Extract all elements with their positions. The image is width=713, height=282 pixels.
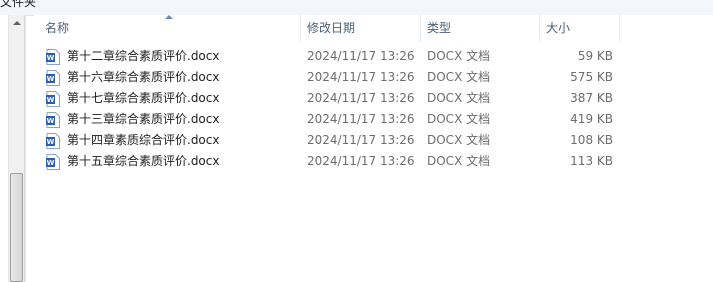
word-doc-icon: W (46, 154, 60, 170)
file-size: 113 KB (570, 154, 613, 168)
file-name: 第十三章综合素质评价.docx (67, 112, 220, 126)
toolbar-strip: 文件夹 (0, 0, 713, 16)
word-doc-icon: W (46, 49, 60, 65)
file-explorer-window: 文件夹 名称 修改日期 类型 大小 W 第十二章综合素质评价.docx 2024… (0, 0, 713, 282)
column-header-size[interactable]: 大小 (540, 15, 620, 42)
file-type: DOCX 文档 (427, 49, 491, 63)
file-modified: 2024/11/17 13:26 (307, 154, 415, 168)
file-modified: 2024/11/17 13:26 (307, 91, 415, 105)
sort-ascending-icon (165, 15, 173, 19)
column-header-size-label: 大小 (546, 21, 571, 35)
file-name: 第十六章综合素质评价.docx (67, 70, 220, 84)
svg-text:W: W (47, 54, 55, 62)
column-header-name-label: 名称 (45, 21, 70, 35)
file-modified: 2024/11/17 13:26 (307, 133, 415, 147)
file-size: 59 KB (577, 49, 613, 63)
svg-text:W: W (47, 75, 55, 83)
column-header-name[interactable]: 名称 (34, 15, 301, 42)
file-size: 575 KB (570, 70, 613, 84)
file-modified: 2024/11/17 13:26 (307, 112, 415, 126)
pane-divider[interactable] (25, 15, 26, 282)
file-type: DOCX 文档 (427, 133, 491, 147)
column-header-bar: 名称 修改日期 类型 大小 (34, 15, 713, 42)
file-size: 387 KB (570, 91, 613, 105)
file-type: DOCX 文档 (427, 70, 491, 84)
file-name: 第十二章综合素质评价.docx (67, 49, 220, 63)
file-type: DOCX 文档 (427, 112, 491, 126)
file-modified: 2024/11/17 13:26 (307, 49, 415, 63)
file-row[interactable]: W 第十六章综合素质评价.docx 2024/11/17 13:26 DOCX … (34, 67, 713, 88)
word-doc-icon: W (46, 112, 60, 128)
scrollbar-thumb[interactable] (10, 173, 23, 282)
file-row[interactable]: W 第十四章素质综合评价.docx 2024/11/17 13:26 DOCX … (34, 130, 713, 151)
word-doc-icon: W (46, 133, 60, 149)
file-name: 第十四章素质综合评价.docx (67, 133, 220, 147)
file-name: 第十七章综合素质评价.docx (67, 91, 220, 105)
word-doc-icon: W (46, 91, 60, 107)
file-type: DOCX 文档 (427, 91, 491, 105)
file-row[interactable]: W 第十三章综合素质评价.docx 2024/11/17 13:26 DOCX … (34, 109, 713, 130)
file-modified: 2024/11/17 13:26 (307, 70, 415, 84)
file-size: 108 KB (570, 133, 613, 147)
svg-text:W: W (47, 96, 55, 104)
column-header-modified-label: 修改日期 (307, 21, 356, 35)
scroll-up-arrow-icon[interactable] (13, 21, 21, 25)
column-header-type-label: 类型 (427, 21, 452, 35)
column-header-type[interactable]: 类型 (421, 15, 540, 42)
file-size: 419 KB (570, 112, 613, 126)
file-list: W 第十二章综合素质评价.docx 2024/11/17 13:26 DOCX … (34, 46, 713, 172)
file-name: 第十五章综合素质评价.docx (67, 154, 220, 168)
file-row[interactable]: W 第十五章综合素质评价.docx 2024/11/17 13:26 DOCX … (34, 151, 713, 172)
column-header-modified[interactable]: 修改日期 (301, 15, 421, 42)
clipped-folder-label: 文件夹 (0, 0, 37, 9)
svg-text:W: W (47, 138, 55, 146)
svg-text:W: W (47, 117, 55, 125)
navigation-scrollbar[interactable] (8, 15, 25, 282)
file-type: DOCX 文档 (427, 154, 491, 168)
svg-text:W: W (47, 159, 55, 167)
file-row[interactable]: W 第十二章综合素质评价.docx 2024/11/17 13:26 DOCX … (34, 46, 713, 67)
file-row[interactable]: W 第十七章综合素质评价.docx 2024/11/17 13:26 DOCX … (34, 88, 713, 109)
word-doc-icon: W (46, 70, 60, 86)
